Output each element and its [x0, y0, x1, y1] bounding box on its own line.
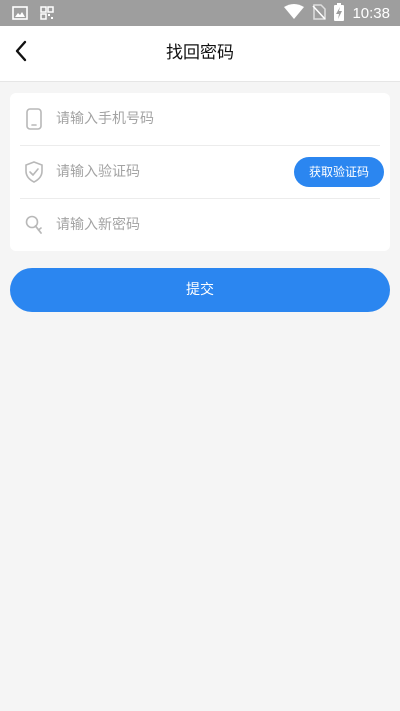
key-icon [20, 211, 48, 239]
battery-charging-icon [334, 3, 345, 25]
form-card: 获取验证码 [10, 93, 390, 251]
shield-check-icon [20, 158, 48, 186]
wifi-icon [284, 4, 305, 24]
phone-icon [20, 105, 48, 133]
qr-icon [40, 5, 54, 24]
phone-row [20, 93, 380, 145]
image-icon [12, 5, 28, 24]
chevron-left-icon [14, 40, 28, 66]
status-right-icons: 10:38 [284, 3, 390, 25]
status-time: 10:38 [352, 5, 390, 22]
header: 找回密码 [0, 26, 400, 82]
back-button[interactable] [6, 38, 36, 68]
submit-button[interactable]: 提交 [10, 268, 390, 312]
phone-input[interactable] [56, 99, 380, 139]
password-row [20, 199, 380, 251]
new-password-input[interactable] [56, 205, 380, 245]
status-left-icons [12, 5, 54, 24]
status-bar: 10:38 [0, 0, 400, 26]
no-sim-icon [312, 4, 327, 24]
page-title: 找回密码 [166, 43, 234, 63]
get-code-button[interactable]: 获取验证码 [294, 157, 384, 187]
